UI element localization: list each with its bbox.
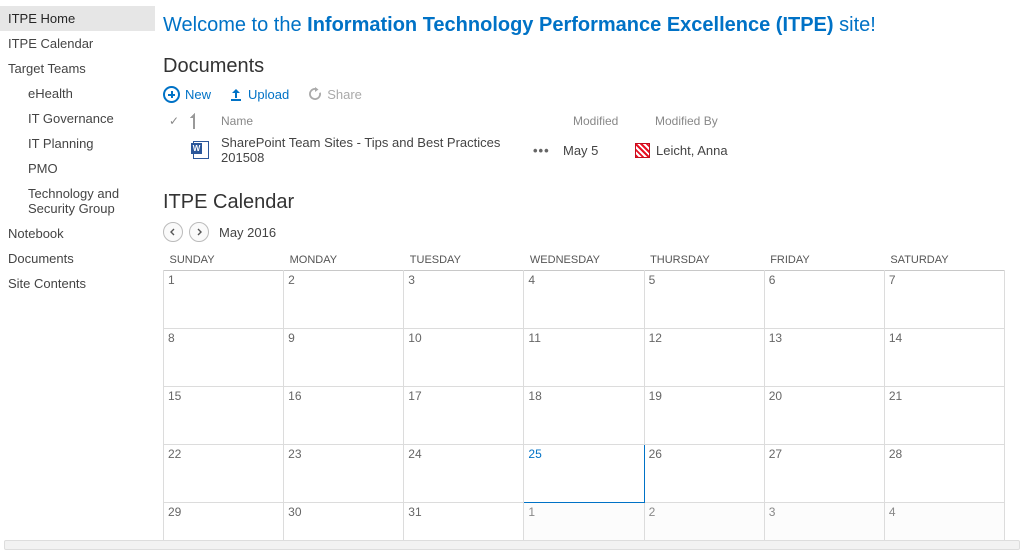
plus-circle-icon bbox=[163, 86, 180, 103]
modified-by-name: Leicht, Anna bbox=[656, 143, 728, 158]
calendar-day-header: MONDAY bbox=[284, 250, 404, 271]
new-label: New bbox=[185, 87, 211, 102]
calendar-cell[interactable]: 16 bbox=[284, 387, 404, 445]
nav-ehealth[interactable]: eHealth bbox=[0, 81, 155, 106]
user-presence-icon bbox=[635, 143, 650, 158]
welcome-heading: Welcome to the Information Technology Pe… bbox=[163, 14, 1024, 37]
calendar-cell[interactable]: 4 bbox=[524, 271, 644, 329]
arrow-right-icon bbox=[195, 228, 203, 236]
calendar-cell[interactable]: 2 bbox=[284, 271, 404, 329]
document-modified-by[interactable]: Leicht, Anna bbox=[635, 143, 728, 158]
calendar-cell[interactable]: 19 bbox=[644, 387, 764, 445]
calendar-cell[interactable]: 10 bbox=[404, 329, 524, 387]
calendar-day-header: THURSDAY bbox=[644, 250, 764, 271]
welcome-bold: Information Technology Performance Excel… bbox=[307, 14, 833, 36]
calendar-nav: May 2016 bbox=[163, 222, 1024, 242]
calendar-grid: SUNDAYMONDAYTUESDAYWEDNESDAYTHURSDAYFRID… bbox=[163, 250, 1005, 550]
calendar-title: ITPE Calendar bbox=[163, 191, 1024, 214]
nav-itpe-home[interactable]: ITPE Home bbox=[0, 6, 155, 31]
documents-header-row: ✓ Name Modified Modified By bbox=[163, 111, 1024, 131]
calendar-prev-button[interactable] bbox=[163, 222, 183, 242]
calendar-cell[interactable]: 23 bbox=[284, 445, 404, 503]
calendar-cell[interactable]: 18 bbox=[524, 387, 644, 445]
calendar-cell[interactable]: 17 bbox=[404, 387, 524, 445]
nav-tech-security[interactable]: Technology and Security Group bbox=[0, 181, 155, 221]
calendar-cell[interactable]: 27 bbox=[764, 445, 884, 503]
calendar-cell[interactable]: 11 bbox=[524, 329, 644, 387]
calendar-next-button[interactable] bbox=[189, 222, 209, 242]
nav-itpe-calendar[interactable]: ITPE Calendar bbox=[0, 31, 155, 56]
calendar-cell[interactable]: 1 bbox=[164, 271, 284, 329]
share-label: Share bbox=[327, 87, 362, 102]
upload-label: Upload bbox=[248, 87, 289, 102]
calendar-day-header: TUESDAY bbox=[404, 250, 524, 271]
horizontal-scrollbar[interactable] bbox=[4, 540, 1020, 550]
calendar-cell[interactable]: 20 bbox=[764, 387, 884, 445]
calendar-cell[interactable]: 6 bbox=[764, 271, 884, 329]
document-row[interactable]: SharePoint Team Sites - Tips and Best Pr… bbox=[163, 131, 1024, 169]
main-content: Welcome to the Information Technology Pe… bbox=[155, 0, 1024, 550]
calendar-cell[interactable]: 24 bbox=[404, 445, 524, 503]
calendar-cell[interactable]: 12 bbox=[644, 329, 764, 387]
nav-pmo[interactable]: PMO bbox=[0, 156, 155, 181]
calendar-cell[interactable]: 5 bbox=[644, 271, 764, 329]
modifiedby-column-header[interactable]: Modified By bbox=[655, 114, 775, 128]
calendar-month-label: May 2016 bbox=[219, 225, 276, 240]
calendar-cell-today[interactable]: 25 bbox=[524, 445, 644, 503]
select-all-check-icon[interactable]: ✓ bbox=[169, 114, 181, 128]
modified-column-header[interactable]: Modified bbox=[573, 114, 643, 128]
quick-launch-nav: ITPE Home ITPE Calendar Target Teams eHe… bbox=[0, 0, 155, 550]
calendar-day-header: SUNDAY bbox=[164, 250, 284, 271]
name-column-header[interactable]: Name bbox=[221, 114, 521, 128]
calendar-cell[interactable]: 14 bbox=[884, 329, 1004, 387]
share-icon bbox=[307, 87, 322, 102]
calendar-cell[interactable]: 9 bbox=[284, 329, 404, 387]
upload-button[interactable]: Upload bbox=[229, 87, 289, 102]
nav-it-governance[interactable]: IT Governance bbox=[0, 106, 155, 131]
calendar-day-header: SATURDAY bbox=[884, 250, 1004, 271]
calendar-cell[interactable]: 21 bbox=[884, 387, 1004, 445]
new-document-button[interactable]: New bbox=[163, 86, 211, 103]
nav-documents[interactable]: Documents bbox=[0, 246, 155, 271]
calendar-day-header: FRIDAY bbox=[764, 250, 884, 271]
share-button[interactable]: Share bbox=[307, 87, 362, 102]
calendar-cell[interactable]: 3 bbox=[404, 271, 524, 329]
welcome-suffix: site! bbox=[834, 14, 876, 36]
calendar-section: ITPE Calendar May 2016 SUNDAYMONDAYTUESD… bbox=[163, 191, 1024, 550]
calendar-cell[interactable]: 15 bbox=[164, 387, 284, 445]
arrow-left-icon bbox=[169, 228, 177, 236]
documents-title: Documents bbox=[163, 55, 1024, 78]
nav-target-teams[interactable]: Target Teams bbox=[0, 56, 155, 81]
calendar-cell[interactable]: 28 bbox=[884, 445, 1004, 503]
calendar-cell[interactable]: 7 bbox=[884, 271, 1004, 329]
calendar-cell[interactable]: 26 bbox=[644, 445, 764, 503]
documents-toolbar: New Upload Share bbox=[163, 86, 1024, 103]
document-name[interactable]: SharePoint Team Sites - Tips and Best Pr… bbox=[221, 135, 521, 165]
calendar-cell[interactable]: 13 bbox=[764, 329, 884, 387]
document-modified: May 5 bbox=[563, 143, 623, 158]
word-doc-icon bbox=[193, 141, 209, 159]
calendar-cell[interactable]: 8 bbox=[164, 329, 284, 387]
nav-it-planning[interactable]: IT Planning bbox=[0, 131, 155, 156]
nav-site-contents[interactable]: Site Contents bbox=[0, 271, 155, 296]
upload-icon bbox=[229, 88, 243, 102]
row-ellipsis-menu[interactable]: ••• bbox=[533, 143, 551, 158]
calendar-cell[interactable]: 22 bbox=[164, 445, 284, 503]
type-column-icon bbox=[193, 114, 209, 128]
welcome-prefix: Welcome to the bbox=[163, 14, 307, 36]
nav-notebook[interactable]: Notebook bbox=[0, 221, 155, 246]
calendar-day-header: WEDNESDAY bbox=[524, 250, 644, 271]
